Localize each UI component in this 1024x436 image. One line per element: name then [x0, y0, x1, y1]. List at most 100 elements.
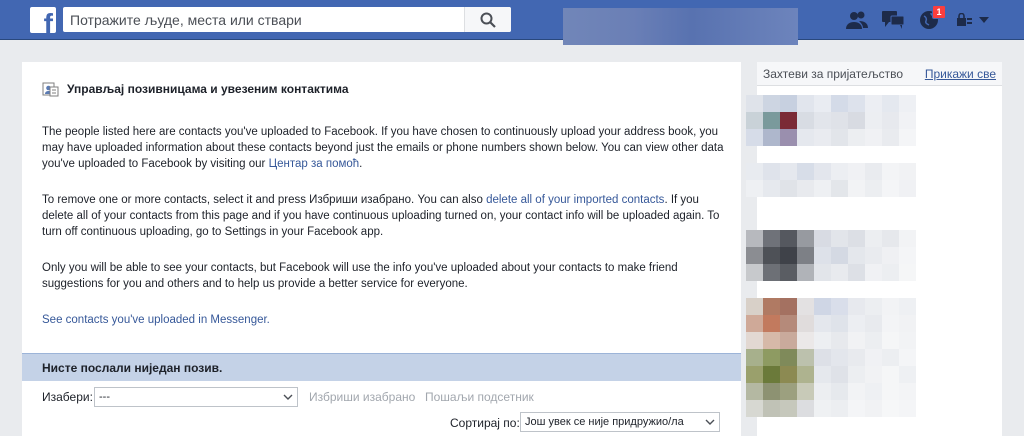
redacted-pixel	[831, 298, 848, 315]
redacted-pixel	[780, 247, 797, 264]
delete-all-imported-contacts-link[interactable]: delete all of your imported contacts	[486, 194, 664, 206]
paragraph-contacts-info: The people listed here are contacts you'…	[42, 126, 724, 170]
redacted-pixel	[865, 95, 882, 112]
select-label: Изабери:	[42, 390, 93, 404]
select-dropdown[interactable]: ---	[94, 387, 298, 407]
redacted-pixel	[865, 163, 882, 180]
sort-label: Сортирај по:	[450, 416, 520, 430]
menu-caret-icon	[979, 17, 989, 23]
redacted-pixel	[763, 180, 780, 197]
redacted-pixel	[865, 332, 882, 349]
redacted-pixel	[814, 247, 831, 264]
redacted-pixel	[814, 383, 831, 400]
redacted-pixel	[865, 230, 882, 247]
search-button[interactable]	[464, 7, 511, 32]
search-icon	[480, 12, 496, 28]
globe-icon[interactable]: 1	[916, 5, 946, 33]
search-input[interactable]	[63, 8, 464, 31]
redacted-pixel	[848, 366, 865, 383]
redacted-pixel	[882, 230, 899, 247]
redacted-pixel	[831, 366, 848, 383]
redacted-pixel	[865, 129, 882, 146]
redacted-pixel	[746, 383, 763, 400]
contact-controls: Изабери: --- Избриши изабрано Пошаљи под…	[22, 387, 741, 409]
redacted-pixel	[865, 315, 882, 332]
redacted-pixel	[899, 366, 916, 383]
redacted-pixel	[814, 366, 831, 383]
redacted-pixel	[848, 400, 865, 417]
redacted-pixel	[780, 112, 797, 129]
redacted-pixel	[763, 163, 780, 180]
redacted-pixel	[831, 332, 848, 349]
redacted-pixel	[882, 383, 899, 400]
messages-icon[interactable]	[880, 7, 906, 33]
chevron-down-icon	[283, 394, 293, 400]
redacted-pixel	[882, 247, 899, 264]
redacted-pixel	[865, 349, 882, 366]
redacted-pixel	[763, 332, 780, 349]
lock-icon	[957, 13, 972, 26]
redacted-pixel	[899, 95, 916, 112]
redacted-pixel	[746, 264, 763, 281]
redacted-pixel	[831, 349, 848, 366]
redacted-pixel	[848, 264, 865, 281]
redacted-pixel	[899, 298, 916, 315]
redacted-pixel	[763, 400, 780, 417]
privacy-shortcuts[interactable]	[952, 7, 994, 33]
redacted-pixel	[831, 264, 848, 281]
contacts-icon	[42, 82, 59, 97]
help-center-link[interactable]: Центар за помоћ	[269, 158, 360, 170]
redacted-pixel	[797, 180, 814, 197]
redacted-pixel	[780, 366, 797, 383]
redacted-pixel	[899, 315, 916, 332]
redacted-pixel	[899, 264, 916, 281]
redacted-pixel	[763, 129, 780, 146]
messenger-contacts-link[interactable]: See contacts you've uploaded in Messenge…	[42, 314, 270, 326]
redacted-pixel	[814, 315, 831, 332]
redacted-pixel	[899, 180, 916, 197]
redacted-pixel	[848, 129, 865, 146]
delete-selected-button[interactable]: Избриши изабрано	[309, 390, 415, 404]
redacted-pixel	[882, 95, 899, 112]
sort-dropdown[interactable]: Још увек се није придружио/ла	[520, 412, 720, 432]
redacted-pixel	[848, 163, 865, 180]
redacted-pixel	[882, 264, 899, 281]
profile-shortcuts-redacted[interactable]	[563, 8, 798, 45]
redacted-pixel	[882, 298, 899, 315]
redacted-pixel	[882, 332, 899, 349]
redacted-pixel	[797, 349, 814, 366]
redacted-pixel	[882, 129, 899, 146]
redacted-pixel	[814, 163, 831, 180]
redacted-pixel	[882, 400, 899, 417]
redacted-pixel	[746, 112, 763, 129]
redacted-pixel	[763, 298, 780, 315]
redacted-pixel	[848, 332, 865, 349]
redacted-pixel	[831, 230, 848, 247]
redacted-pixel	[882, 366, 899, 383]
chevron-down-icon	[705, 419, 715, 425]
redacted-pixel	[763, 112, 780, 129]
redacted-pixel	[831, 129, 848, 146]
redacted-pixel	[746, 95, 763, 112]
see-all-link[interactable]: Прикажи све	[925, 67, 996, 81]
redacted-pixel	[848, 230, 865, 247]
redacted-pixel	[763, 230, 780, 247]
redacted-pixel	[746, 315, 763, 332]
redacted-pixel	[865, 383, 882, 400]
redacted-pixel	[780, 129, 797, 146]
redacted-pixel	[831, 163, 848, 180]
send-reminder-button[interactable]: Пошаљи подсетник	[425, 390, 534, 404]
redacted-pixel	[797, 112, 814, 129]
invite-status-text: Нисте послали ниједан позив.	[42, 361, 223, 375]
redacted-pixel	[882, 112, 899, 129]
redacted-pixel	[780, 349, 797, 366]
search-box	[63, 7, 511, 32]
redacted-pixel	[797, 366, 814, 383]
facebook-logo-icon[interactable]: f	[30, 7, 56, 33]
invites-contacts-panel: Управљај позивницама и увезеним контакти…	[22, 62, 741, 436]
redacted-pixel	[797, 230, 814, 247]
top-navigation-bar: f 1	[0, 0, 1024, 45]
page-heading: Управљај позивницама и увезеним контакти…	[42, 81, 349, 97]
redacted-pixel	[865, 180, 882, 197]
friends-icon[interactable]	[844, 7, 870, 33]
